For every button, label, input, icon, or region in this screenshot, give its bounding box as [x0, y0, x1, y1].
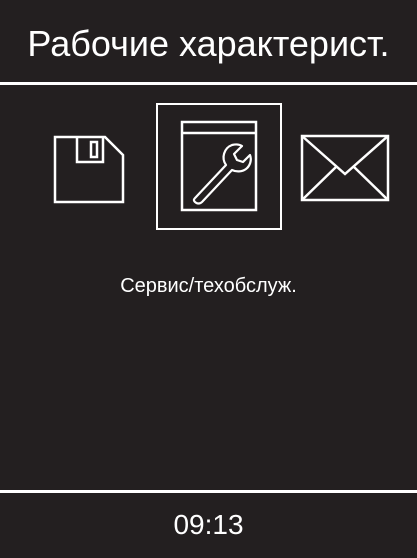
footer-divider	[0, 490, 417, 493]
envelope-icon	[300, 134, 390, 202]
header-divider	[0, 82, 417, 85]
wrench-icon	[192, 143, 252, 205]
menu-icon-row	[0, 103, 417, 230]
device-screen: Рабочие характерист. Сервис/техобслуж. 0…	[0, 0, 417, 558]
floppy-disk-icon	[53, 135, 125, 204]
clock-display: 09:13	[173, 509, 244, 540]
menu-item-service[interactable]	[156, 103, 282, 230]
selected-item-caption: Сервис/техобслуж.	[120, 275, 297, 297]
menu-item-save[interactable]	[53, 135, 127, 205]
page-title: Рабочие характерист.	[27, 23, 390, 64]
menu-item-mail[interactable]	[300, 134, 390, 202]
wrench-window-icon	[180, 120, 258, 212]
